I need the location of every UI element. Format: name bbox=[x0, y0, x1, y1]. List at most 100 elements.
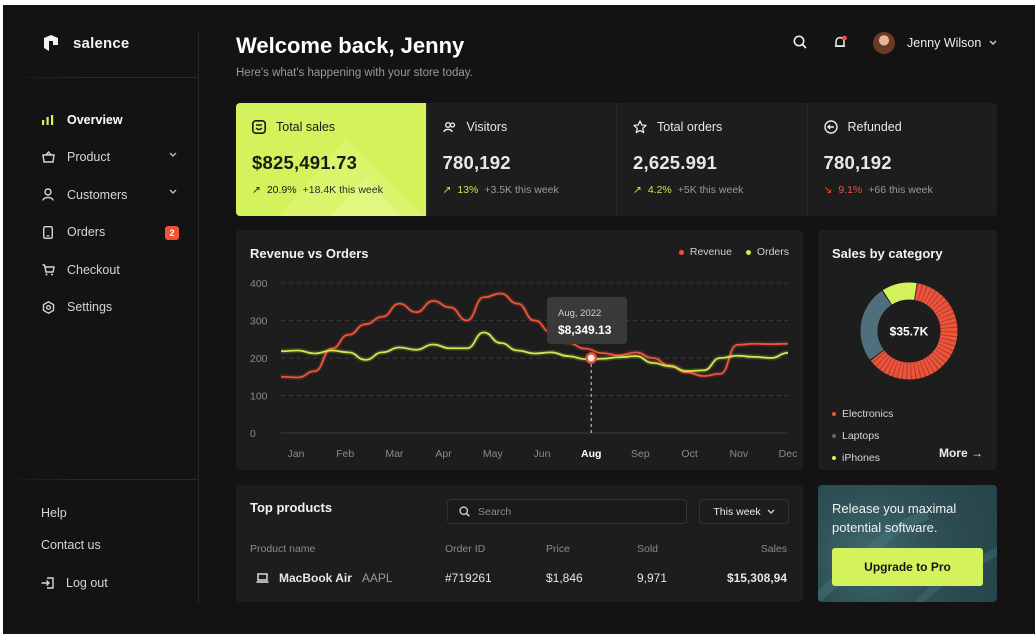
stat-label: Total sales bbox=[276, 120, 336, 134]
logo-icon bbox=[44, 35, 58, 51]
bag-icon bbox=[41, 150, 55, 164]
laptop-icon bbox=[256, 573, 269, 583]
sidebar-item-label: Overview bbox=[67, 112, 123, 127]
legend-electronics: Electronics bbox=[832, 403, 893, 425]
logout-label: Log out bbox=[66, 576, 108, 590]
sidebar-item-customers[interactable]: Customers bbox=[41, 176, 181, 214]
stat-total-sales[interactable]: Total sales $825,491.73 ↗ 20.9% +18.4K t… bbox=[236, 103, 426, 216]
stat-value: $825,491.73 bbox=[252, 152, 358, 173]
x-tick-label: Oct bbox=[681, 448, 697, 460]
x-tick-label: Feb bbox=[336, 448, 354, 460]
x-tick-label: Sep bbox=[631, 448, 650, 460]
chevron-down-icon bbox=[989, 40, 997, 45]
chevron-down-icon bbox=[169, 189, 177, 194]
brand-name: salence bbox=[73, 34, 130, 52]
x-tick-label: Jan bbox=[288, 448, 305, 460]
avatar bbox=[873, 32, 895, 54]
order-id: #719261 bbox=[445, 571, 492, 585]
search-icon[interactable] bbox=[791, 33, 809, 51]
stat-delta: 9.1% bbox=[838, 184, 863, 196]
product-sales: $15,308,94 bbox=[726, 571, 787, 585]
period-select[interactable]: This week bbox=[699, 499, 789, 524]
user-menu[interactable]: Jenny Wilson bbox=[873, 32, 997, 54]
y-tick-label: 400 bbox=[250, 278, 268, 290]
sidebar-item-orders[interactable]: Orders 2 bbox=[41, 214, 181, 252]
help-link[interactable]: Help bbox=[41, 497, 108, 529]
category-card: Sales by category $35.7K Electronics Lap… bbox=[818, 230, 997, 470]
stat-total-orders[interactable]: Total orders 2,625.991 ↗ 4.2% +5K this w… bbox=[616, 103, 807, 216]
x-tick-label: Nov bbox=[729, 448, 748, 460]
stat-value: 780,192 bbox=[823, 152, 892, 173]
stat-label: Total orders bbox=[657, 120, 723, 134]
sidebar-item-settings[interactable]: Settings bbox=[41, 289, 181, 327]
product-price: $1,846 bbox=[546, 571, 583, 585]
column-header-order-id[interactable]: Order ID bbox=[445, 543, 485, 555]
logout-icon bbox=[41, 577, 54, 589]
stat-extra: +5K this week bbox=[677, 184, 744, 196]
stat-value: 2,625.991 bbox=[633, 152, 718, 173]
sidebar-item-overview[interactable]: Overview bbox=[41, 101, 181, 139]
more-link[interactable]: More → bbox=[939, 446, 983, 460]
contact-link[interactable]: Contact us bbox=[41, 529, 108, 561]
sidebar-divider bbox=[3, 77, 198, 78]
chevron-down-icon bbox=[169, 152, 177, 157]
legend-iphones: iPhones bbox=[832, 447, 893, 469]
sidebar-footer: Help Contact us Log out bbox=[41, 497, 108, 599]
sidebar-item-label: Checkout bbox=[67, 262, 120, 277]
more-label: More bbox=[938, 446, 968, 460]
y-tick-label: 100 bbox=[250, 391, 268, 403]
product-name: MacBook Air bbox=[279, 571, 352, 585]
revenue-chart-card: Revenue vs Orders Revenue Orders 0 100 200… bbox=[236, 230, 803, 470]
stat-extra: +3.5K this week bbox=[484, 184, 559, 196]
star-icon bbox=[633, 120, 647, 134]
y-tick-label: 200 bbox=[250, 353, 268, 365]
search-input[interactable] bbox=[478, 505, 668, 518]
sidebar-item-label: Product bbox=[67, 150, 111, 165]
category-donut[interactable]: $35.7K bbox=[818, 230, 997, 400]
column-header-sales[interactable]: Sales bbox=[761, 543, 787, 555]
cart-icon bbox=[41, 263, 55, 277]
upgrade-button[interactable]: Upgrade to Pro bbox=[832, 548, 983, 586]
orders-count-badge: 2 bbox=[165, 225, 179, 240]
column-header-product[interactable]: Product name bbox=[250, 543, 315, 555]
chevron-down-icon bbox=[767, 509, 775, 514]
page-title: Welcome back, Jenny bbox=[236, 33, 465, 58]
period-label: This week bbox=[713, 505, 761, 518]
product-sold: 9,971 bbox=[637, 571, 668, 585]
x-tick-label: Dec bbox=[779, 448, 798, 460]
app-window: salence Overview Product Customers Order… bbox=[3, 5, 1035, 634]
sidebar: salence Overview Product Customers Order… bbox=[3, 5, 201, 634]
sidebar-item-label: Customers bbox=[67, 187, 128, 202]
stats-row: Total sales $825,491.73 ↗ 20.9% +18.4K t… bbox=[236, 103, 997, 216]
stat-visitors[interactable]: Visitors 780,192 ↗ 13% +3.5K this week bbox=[425, 103, 617, 216]
product-brand: AAPL bbox=[361, 571, 393, 585]
search-icon bbox=[459, 506, 470, 517]
x-tick-label: Aug bbox=[581, 448, 601, 460]
bell-icon[interactable] bbox=[831, 33, 849, 51]
top-products-title: Top products bbox=[250, 500, 333, 515]
legend-label: Electronics bbox=[842, 408, 894, 420]
trend-up-icon: ↗ bbox=[252, 184, 261, 196]
column-header-sold[interactable]: Sold bbox=[637, 543, 658, 555]
logout-button[interactable]: Log out bbox=[41, 567, 108, 599]
x-tick-label: Jun bbox=[534, 448, 551, 460]
stat-refunded[interactable]: Refunded 780,192 ↘ 9.1% +66 this week bbox=[806, 103, 998, 216]
donut-center-value: $35.7K bbox=[890, 325, 929, 339]
bar-chart-icon bbox=[41, 113, 55, 127]
trend-up-icon: ↗ bbox=[442, 184, 452, 196]
tooltip-date: Aug, 2022 bbox=[558, 308, 601, 319]
brand-logo[interactable]: salence bbox=[41, 33, 129, 53]
sidebar-item-label: Orders bbox=[67, 225, 106, 240]
arrow-right-icon: → bbox=[971, 446, 983, 460]
column-header-price[interactable]: Price bbox=[546, 543, 570, 555]
revenue-chart-plot[interactable]: 0 100 200 300 400 Jan Feb Mar Apr May Jun Aug Sep Oct… bbox=[236, 230, 803, 470]
page-subtitle: Here's what's happening with your store … bbox=[236, 67, 473, 79]
product-search bbox=[447, 499, 687, 524]
legend-label: iPhones bbox=[842, 452, 880, 464]
tablet-icon bbox=[41, 225, 55, 239]
sidebar-item-checkout[interactable]: Checkout bbox=[41, 251, 181, 289]
trend-down-icon: ↘ bbox=[823, 184, 833, 196]
sidebar-item-product[interactable]: Product bbox=[41, 139, 181, 177]
y-tick-label: 0 bbox=[250, 428, 256, 440]
sidebar-divider bbox=[3, 479, 198, 480]
